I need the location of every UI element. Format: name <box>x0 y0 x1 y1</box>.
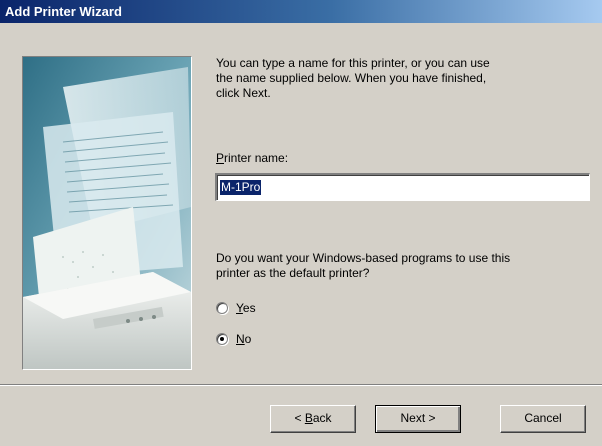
radio-yes[interactable]: Yes <box>216 300 256 316</box>
back-button-accel: B <box>304 411 313 425</box>
wizard-printer-illustration <box>22 56 192 370</box>
button-separator <box>0 384 602 386</box>
default-printer-question: Do you want your Windows-based programs … <box>216 251 511 280</box>
radio-yes-label-accel: Y <box>236 301 243 315</box>
window-title: Add Printer Wizard <box>5 4 122 19</box>
add-printer-wizard-window: Add Printer Wizard You can type a name f… <box>0 0 602 446</box>
radio-no-label-accel: N <box>236 332 245 346</box>
radio-no[interactable]: No <box>216 331 251 347</box>
printer-name-label-accel: P <box>216 151 225 165</box>
back-button-rest: ack <box>312 411 332 425</box>
radio-yes-label: Yes <box>236 301 256 315</box>
title-bar[interactable]: Add Printer Wizard <box>0 0 602 23</box>
radio-no-label-rest: o <box>244 332 252 346</box>
radio-yes-label-rest: es <box>242 301 256 315</box>
radio-no-label: No <box>236 332 251 346</box>
printer-name-value: M-1Pro <box>220 180 262 195</box>
back-button-prefix: < <box>294 411 305 425</box>
printer-name-label: Printer name: <box>216 151 288 165</box>
printer-name-input[interactable]: M-1Pro <box>215 173 590 201</box>
cancel-button[interactable]: Cancel <box>500 405 586 433</box>
radio-no-button[interactable] <box>216 333 228 345</box>
printer-name-label-rest: rinter name: <box>224 151 289 165</box>
next-button[interactable]: Next > <box>375 405 461 433</box>
wizard-instructions: You can type a name for this printer, or… <box>216 56 490 100</box>
back-button[interactable]: < Back <box>270 405 356 433</box>
radio-yes-button[interactable] <box>216 302 228 314</box>
